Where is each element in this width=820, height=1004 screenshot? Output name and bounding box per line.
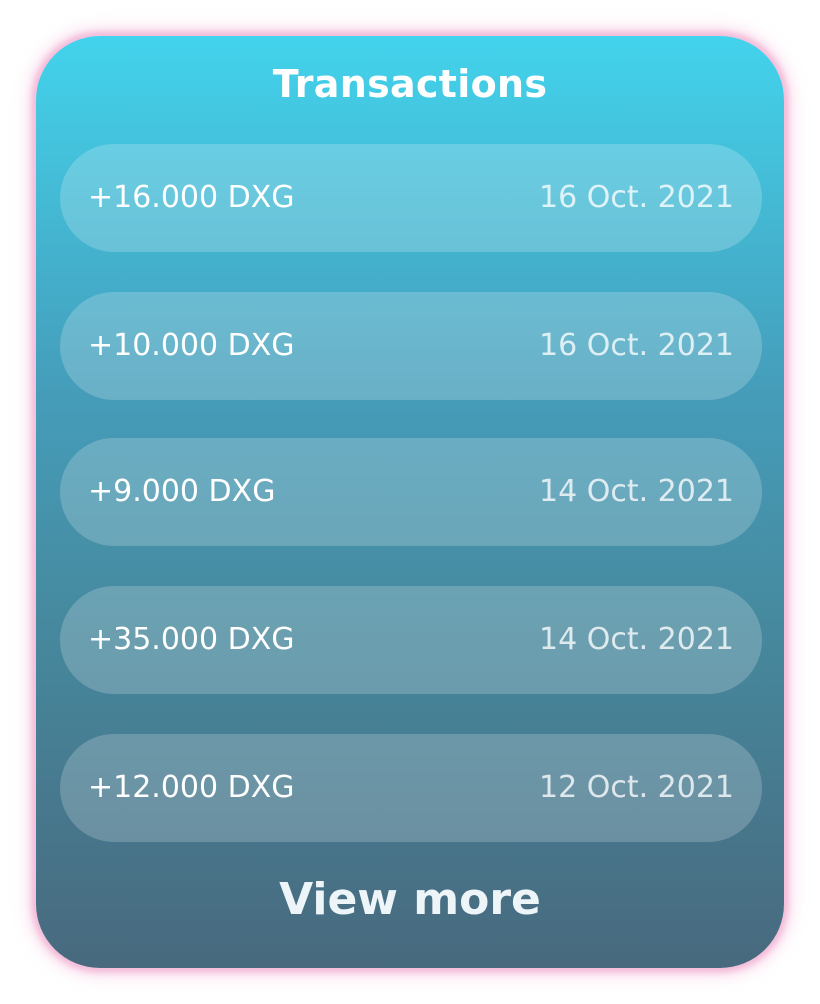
transaction-amount: +35.000 DXG [88,622,295,657]
transaction-row[interactable]: +9.000 DXG 14 Oct. 2021 [60,438,762,546]
transaction-amount: +12.000 DXG [88,770,295,805]
transaction-date: 14 Oct. 2021 [539,474,734,509]
transaction-date: 12 Oct. 2021 [539,770,734,805]
transaction-row[interactable]: +35.000 DXG 14 Oct. 2021 [60,586,762,694]
transaction-amount: +9.000 DXG [88,474,276,509]
transaction-row[interactable]: +12.000 DXG 12 Oct. 2021 [60,734,762,842]
transaction-row[interactable]: +10.000 DXG 16 Oct. 2021 [60,292,762,400]
transaction-date: 16 Oct. 2021 [539,180,734,215]
transaction-amount: +16.000 DXG [88,180,295,215]
transaction-amount: +10.000 DXG [88,328,295,363]
transaction-date: 14 Oct. 2021 [539,622,734,657]
card-title: Transactions [272,62,548,106]
transaction-row[interactable]: +16.000 DXG 16 Oct. 2021 [60,144,762,252]
transactions-card: Transactions +16.000 DXG 16 Oct. 2021 +1… [36,36,784,968]
view-more-button[interactable]: View more [36,872,784,928]
transaction-date: 16 Oct. 2021 [539,328,734,363]
